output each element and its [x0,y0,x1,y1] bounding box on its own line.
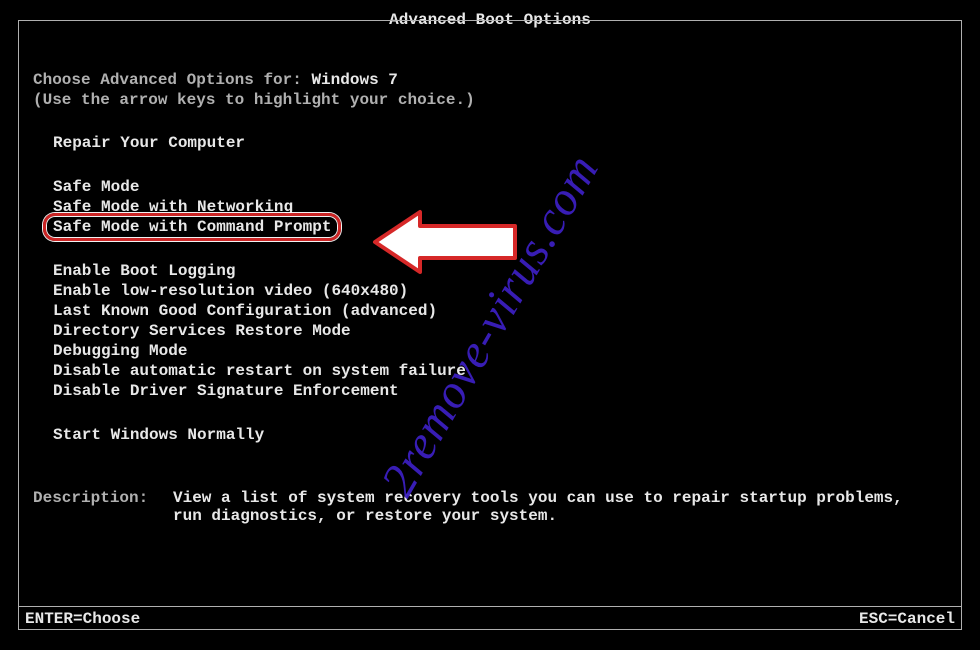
navigation-hint: (Use the arrow keys to highlight your ch… [33,91,961,109]
option-start-normally[interactable]: Start Windows Normally [33,425,961,445]
option-disable-driver-sig[interactable]: Disable Driver Signature Enforcement [33,381,961,401]
footer-esc-hint: ESC=Cancel [859,610,955,628]
boot-frame: Choose Advanced Options for: Windows 7 (… [18,20,962,630]
option-debugging-mode[interactable]: Debugging Mode [33,341,961,361]
option-disable-auto-restart[interactable]: Disable automatic restart on system fail… [33,361,961,381]
option-last-known-good[interactable]: Last Known Good Configuration (advanced) [33,301,961,321]
option-safe-mode[interactable]: Safe Mode [33,177,961,197]
os-name: Windows 7 [311,71,397,89]
option-enable-boot-logging[interactable]: Enable Boot Logging [33,261,961,281]
footer-enter-hint: ENTER=Choose [25,610,140,628]
footer-bar: ENTER=Choose ESC=Cancel [19,606,961,628]
option-safe-mode-networking[interactable]: Safe Mode with Networking [33,197,961,217]
description-text: View a list of system recovery tools you… [173,489,961,525]
option-low-res-video[interactable]: Enable low-resolution video (640x480) [33,281,961,301]
choose-os-line: Choose Advanced Options for: Windows 7 [33,71,961,89]
option-ds-restore-mode[interactable]: Directory Services Restore Mode [33,321,961,341]
option-repair-your-computer[interactable]: Repair Your Computer [33,133,961,153]
description-label: Description: [33,489,173,525]
option-safe-mode-command-prompt[interactable]: Safe Mode with Command Prompt [33,217,961,237]
option-safe-mode-command-prompt-label: Safe Mode with Command Prompt [53,218,331,236]
choose-prefix: Choose Advanced Options for: [33,71,311,89]
